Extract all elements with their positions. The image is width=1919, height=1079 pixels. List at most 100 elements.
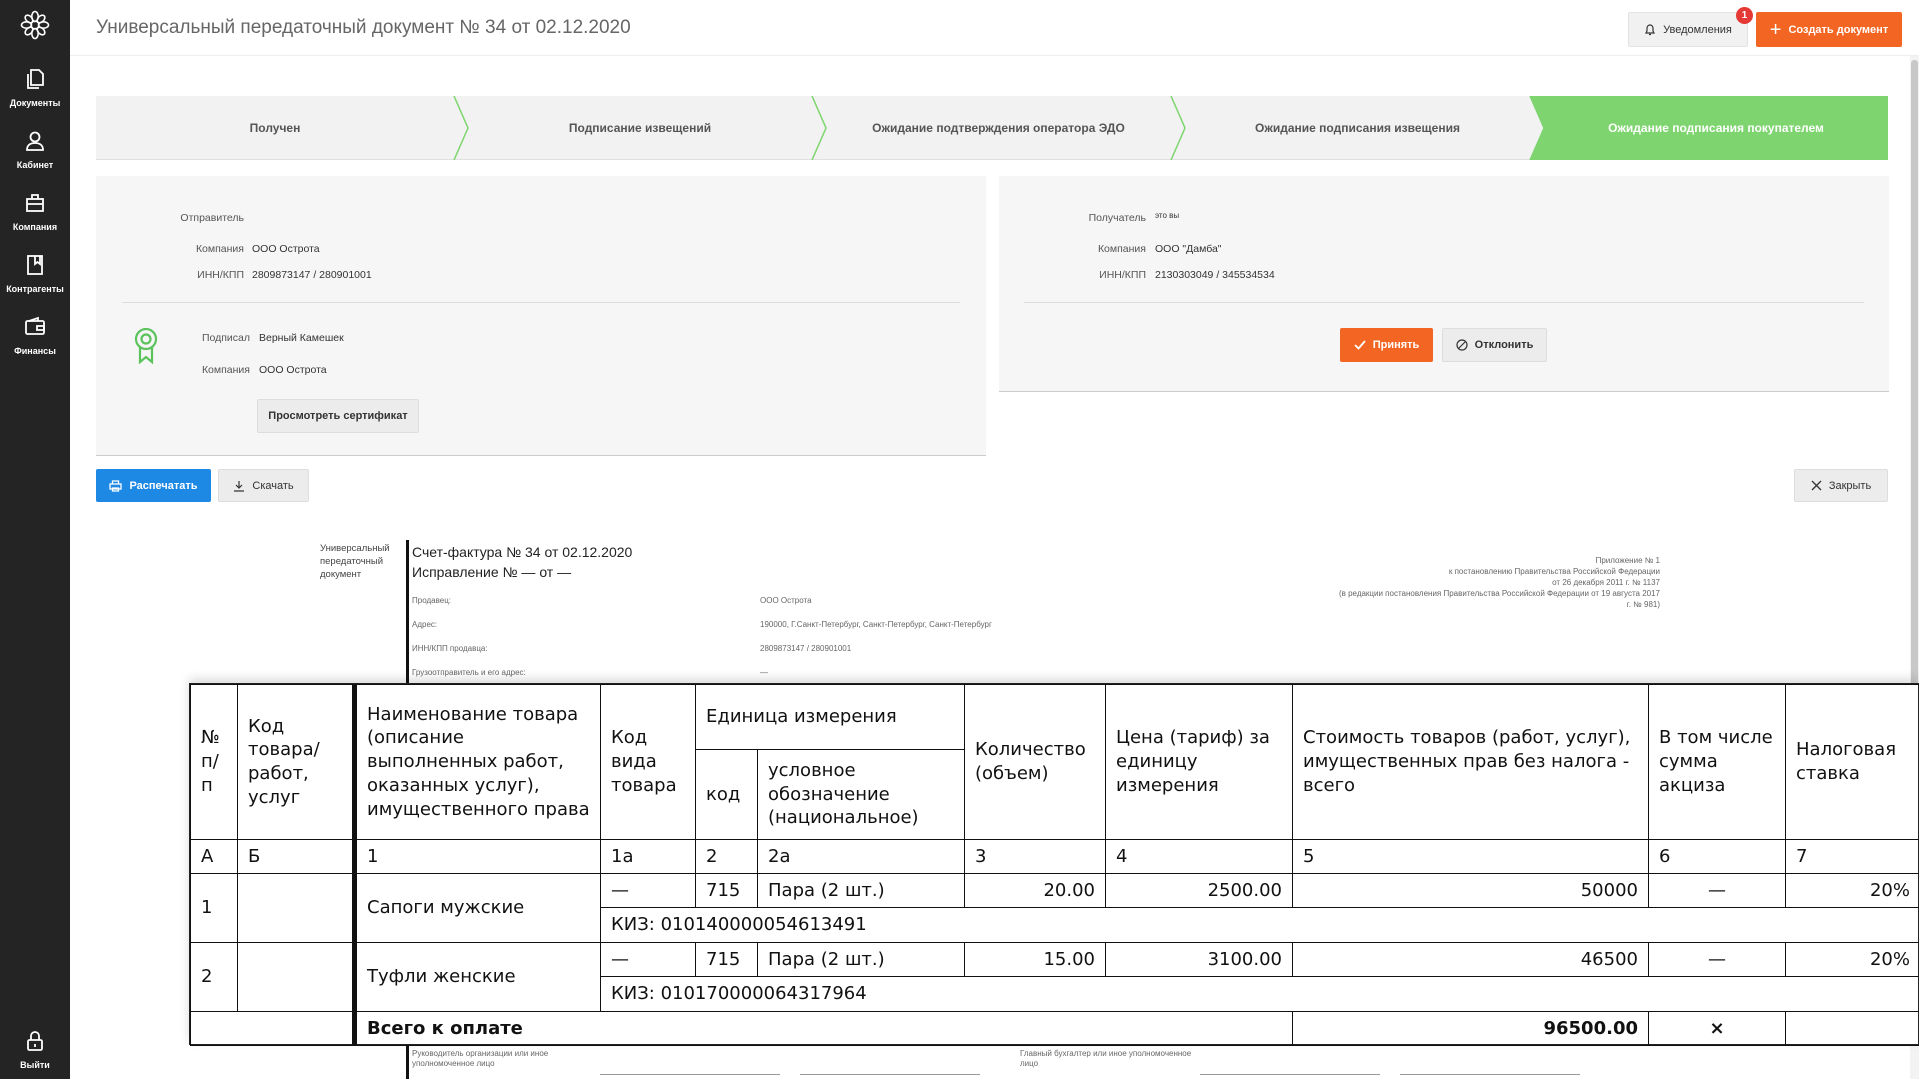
receiver-title: Получатель	[1088, 212, 1146, 224]
row-name: Туфли женские	[352, 942, 601, 1012]
status-stepper: Получен Подписание извещений Ожидание по…	[96, 96, 1888, 160]
notifications-badge: 1	[1736, 7, 1753, 24]
receiver-inn-value: 2130303049 / 345534534	[1155, 269, 1275, 281]
close-button[interactable]: Закрыть	[1794, 469, 1888, 502]
doc-footer-right: Главный бухгалтер или иное уполномоченно…	[1020, 1049, 1192, 1068]
sender-divider	[122, 302, 960, 303]
total-label: Всего к оплате	[352, 1011, 1293, 1046]
sidebar-item-label: Кабинет	[16, 160, 54, 170]
row-unit-name: Пара (2 шт.)	[757, 873, 965, 908]
row-kind: —	[600, 942, 696, 977]
sidebar-item-contractors[interactable]: Контрагенты	[0, 254, 70, 297]
row-num: 1	[190, 873, 238, 943]
total-empty	[190, 1011, 355, 1046]
th-unit-code: код	[695, 749, 758, 840]
row-code	[237, 873, 355, 943]
doc-field-label: Адрес:	[412, 620, 438, 629]
doc-correction-line: Исправление № — от —	[412, 564, 572, 580]
logout-button[interactable]: Выйти	[0, 1030, 70, 1073]
receiver-divider	[1024, 302, 1864, 303]
row-kind: —	[600, 873, 696, 908]
create-document-label: Создать документ	[1788, 23, 1889, 36]
doc-appendix-3: от 26 декабря 2011 г. № 1137	[1552, 578, 1660, 587]
row-qty: 15.00	[964, 942, 1106, 977]
th-num: № п/ п	[190, 684, 238, 840]
row-excise: —	[1648, 873, 1786, 908]
sender-company-label: Компания	[195, 243, 244, 255]
zoomed-invoice-table: № п/ п Код товара/ работ, услуг Наименов…	[189, 683, 1919, 1046]
company-icon	[26, 194, 44, 212]
receiver-company-label: Компания	[1097, 243, 1146, 255]
close-label: Закрыть	[1828, 479, 1872, 492]
row-price: 2500.00	[1105, 873, 1293, 908]
index-cell: 2	[695, 839, 758, 874]
sidebar-item-documents[interactable]: Документы	[0, 68, 70, 111]
doc-field-label: Продавец:	[412, 596, 452, 605]
index-cell: 1а	[600, 839, 696, 874]
receiver-inn-label: ИНН/КПП	[1099, 269, 1146, 281]
documents-icon	[27, 69, 44, 89]
sign-company-value: ООО Острота	[259, 364, 327, 376]
print-button[interactable]: Распечатать	[96, 469, 211, 502]
printer-icon	[109, 479, 123, 492]
th-code: Код товара/ работ, услуг	[237, 684, 355, 840]
download-label: Скачать	[252, 479, 294, 492]
sidebar-item-finance[interactable]: Финансы	[0, 316, 70, 359]
certificate-icon	[134, 327, 158, 365]
row-num: 2	[190, 942, 238, 1012]
page-title: Универсальный передаточный документ № 34…	[96, 17, 631, 38]
row-kiz: КИЗ: 010170000064317964	[600, 976, 1919, 1012]
row-excise: —	[1648, 942, 1786, 977]
check-icon	[1354, 340, 1366, 350]
signed-value: Верный Камешек	[259, 332, 344, 344]
index-cell: 2а	[757, 839, 965, 874]
th-unit-name: условное обозначение (национальное)	[757, 749, 965, 840]
reject-button[interactable]: Отклонить	[1442, 328, 1547, 362]
view-certificate-label: Просмотреть сертификат	[268, 410, 408, 422]
doc-signature-line	[600, 1074, 780, 1075]
invoice-table: № п/ п Код товара/ работ, услуг Наименов…	[190, 684, 1919, 1046]
sidebar-item-label: Контрагенты	[6, 284, 64, 294]
sidebar-item-company[interactable]: Компания	[0, 192, 70, 235]
sender-title: Отправитель	[180, 212, 244, 224]
sender-company-value: ООО Острота	[252, 243, 320, 255]
create-document-button[interactable]: + Создать документ	[1756, 12, 1902, 47]
doc-signature-line	[1400, 1074, 1580, 1075]
notifications-button[interactable]: Уведомления	[1628, 12, 1748, 47]
receiver-company-value: ООО "Дамба"	[1155, 243, 1222, 255]
index-cell: 1	[352, 839, 601, 874]
accept-button[interactable]: Принять	[1340, 328, 1433, 362]
row-cost: 50000	[1292, 873, 1649, 908]
index-cell: А	[190, 839, 238, 874]
doc-field-value: ООО Острота	[760, 596, 812, 605]
row-unit-code: 715	[695, 942, 758, 977]
row-qty: 20.00	[964, 873, 1106, 908]
table-row: 2 Туфли женские — 715 Пара (2 шт.) 15.00…	[190, 942, 1919, 1012]
print-label: Распечатать	[129, 479, 198, 492]
scrollbar-thumb[interactable]	[1911, 60, 1918, 700]
download-button[interactable]: Скачать	[218, 469, 309, 502]
row-code	[237, 942, 355, 1012]
doc-field-value: 2809873147 / 280901001	[760, 644, 852, 653]
doc-appendix-1: Приложение № 1	[1595, 556, 1660, 565]
row-unit-name: Пара (2 шт.)	[757, 942, 965, 977]
logo-icon[interactable]	[20, 10, 50, 40]
reject-label: Отклонить	[1474, 339, 1534, 351]
close-icon	[1811, 480, 1822, 491]
sidebar-item-cabinet[interactable]: Кабинет	[0, 130, 70, 173]
total-value: 96500.00	[1292, 1011, 1649, 1046]
table-row: 1 Сапоги мужские — 715 Пара (2 шт.) 20.0…	[190, 873, 1919, 943]
doc-invoice-line: Счет-фактура № 34 от 02.12.2020	[412, 544, 633, 560]
step-received: Получен	[249, 121, 301, 135]
step-signing-notices: Подписание извещений	[568, 121, 712, 135]
doc-footer-left: Руководитель организации или иное уполно…	[412, 1049, 549, 1068]
doc-appendix-2: к постановлению Правительства Российской…	[1448, 567, 1660, 576]
index-cell: Б	[237, 839, 355, 874]
step-notice-signing: Ожидание подписания извещения	[1255, 121, 1460, 135]
wallet-icon	[25, 316, 45, 335]
view-certificate-button[interactable]: Просмотреть сертификат	[257, 399, 419, 433]
doc-field-value: —	[760, 668, 768, 677]
index-cell: 5	[1292, 839, 1649, 874]
th-price: Цена (тариф) за единицу измерения	[1105, 684, 1293, 840]
sender-inn-value: 2809873147 / 280901001	[252, 269, 372, 281]
